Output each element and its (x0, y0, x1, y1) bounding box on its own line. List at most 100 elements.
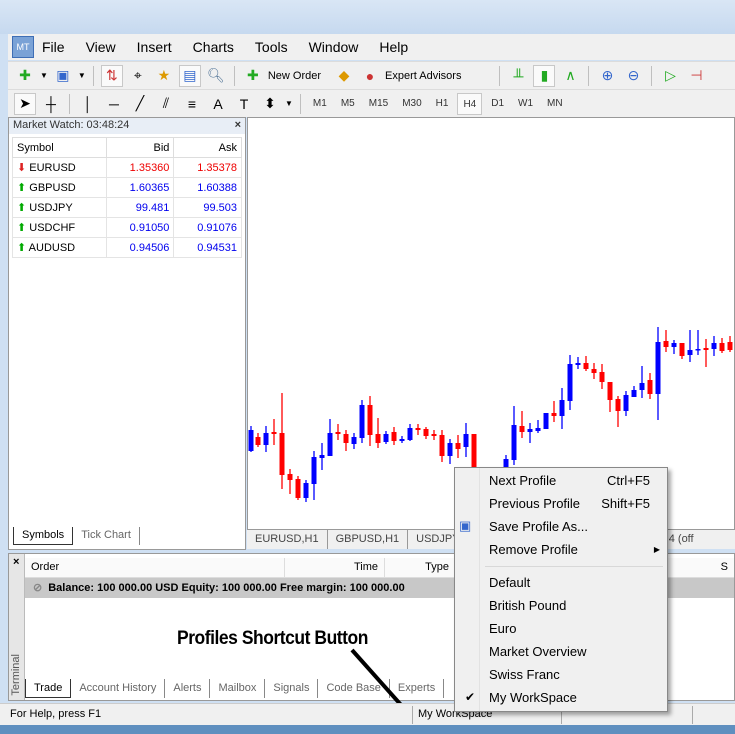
chart-tab[interactable]: GBPUSD,H1 (328, 530, 409, 549)
arrows-icon[interactable]: ⬍ (259, 93, 281, 115)
expert-advisors-icon[interactable]: ● (359, 65, 381, 87)
new-order-button[interactable]: New Order (268, 70, 321, 82)
timeframe-m15[interactable]: M15 (364, 93, 393, 115)
tab-trade[interactable]: Trade (25, 679, 72, 698)
menu-file[interactable]: File (42, 39, 65, 55)
chart-tab[interactable]: EURUSD,H1 (247, 530, 328, 549)
equidistant-channel-icon[interactable]: ⫽ (155, 93, 177, 115)
strategy-tester-icon[interactable]: 🔍︎ (205, 65, 227, 87)
crosshair-icon[interactable]: ┼ (40, 93, 62, 115)
timeframe-h4[interactable]: H4 (457, 92, 483, 115)
tab-mailbox[interactable]: Mailbox (210, 679, 266, 698)
tab-signals[interactable]: Signals (265, 679, 319, 698)
balance-text: Balance: 100 000.00 USD Equity: 100 000.… (48, 582, 405, 594)
data-window-icon[interactable]: ⌖ (127, 65, 149, 87)
cursor-icon[interactable]: ➤ (14, 92, 36, 115)
column-order[interactable]: Order (25, 558, 285, 577)
vertical-line-icon[interactable]: │ (77, 93, 99, 115)
text-icon[interactable]: A (207, 93, 229, 115)
fibonacci-icon[interactable]: ≡ (181, 93, 203, 115)
tab-account-history[interactable]: Account History (71, 679, 166, 698)
arrow-up-icon: ⬆ (17, 222, 27, 234)
candle (399, 436, 405, 443)
candle (431, 430, 437, 440)
zoom-out-icon[interactable]: ⊖ (622, 65, 644, 87)
navigator-icon[interactable]: ★ (153, 65, 175, 87)
bar-chart-icon[interactable]: ╨ (507, 65, 529, 87)
chart-shift-icon[interactable]: ⊣ (685, 65, 707, 87)
arrow-up-icon: ⬆ (17, 182, 27, 194)
zoom-in-icon[interactable]: ⊕ (596, 65, 618, 87)
expert-advisors-button[interactable]: Expert Advisors (385, 70, 461, 82)
symbol-row[interactable]: ⬇ EURUSD 1.35360 1.35378 (12, 157, 242, 178)
close-icon[interactable]: × (13, 556, 19, 568)
horizontal-line-icon[interactable]: ─ (103, 93, 125, 115)
profile-euro[interactable]: Euro (489, 619, 664, 639)
profile-default[interactable]: Default (489, 573, 664, 593)
bid-cell: 1.60365 (105, 177, 175, 198)
symbol-row[interactable]: ⬆ USDJPY 99.481 99.503 (12, 197, 242, 218)
symbol-row[interactable]: ⬆ USDCHF 0.91050 0.91076 (12, 217, 242, 238)
menu-item-remove-profile[interactable]: Remove Profile ▶ (489, 540, 664, 560)
ask-cell: 1.35378 (173, 157, 242, 178)
profile-british-pound[interactable]: British Pound (489, 596, 664, 616)
profile-my-workspace[interactable]: My WorkSpace (489, 688, 664, 708)
symbol-row[interactable]: ⬆ GBPUSD 1.60365 1.60388 (12, 177, 242, 198)
app-logo-icon: MT (12, 36, 34, 58)
menu-window[interactable]: Window (309, 39, 359, 55)
timeframe-mn[interactable]: MN (542, 93, 568, 115)
timeframe-h1[interactable]: H1 (431, 93, 454, 115)
profile-market-overview[interactable]: Market Overview (489, 642, 664, 662)
timeframe-w1[interactable]: W1 (513, 93, 538, 115)
timeframe-m5[interactable]: M5 (336, 93, 360, 115)
market-watch-table: Symbol Bid Ask ⬇ EURUSD 1.35360 1.35378 ⬆ GBP… (12, 137, 242, 258)
column-symbol[interactable]: Symbol (12, 137, 107, 158)
candlestick-icon[interactable]: ▮ (533, 64, 556, 87)
candle (703, 339, 709, 367)
timeframe-m30[interactable]: M30 (397, 93, 426, 115)
candle (327, 419, 333, 456)
profiles-icon[interactable]: ▣ (52, 65, 74, 87)
tab-tick-chart[interactable]: Tick Chart (73, 527, 140, 545)
column-bid[interactable]: Bid (105, 137, 175, 158)
menu-item-previous-profile[interactable]: Previous Profile Shift+F5 (489, 494, 664, 514)
candle (255, 433, 261, 447)
column-sl[interactable]: S (715, 558, 734, 577)
menu-insert[interactable]: Insert (137, 39, 172, 55)
tab-symbols[interactable]: Symbols (13, 527, 74, 545)
menu-view[interactable]: View (86, 39, 116, 55)
new-order-icon[interactable]: ✚ (242, 65, 264, 87)
menu-tools[interactable]: Tools (255, 39, 288, 55)
candle (471, 434, 477, 467)
column-ask[interactable]: Ask (173, 137, 242, 158)
column-type[interactable]: Type (385, 558, 455, 577)
menu-help[interactable]: Help (379, 39, 408, 55)
candle (567, 355, 573, 410)
market-watch-icon[interactable]: ⇅ (100, 64, 123, 87)
candle (591, 363, 597, 379)
line-chart-icon[interactable]: ∧ (559, 65, 581, 87)
menu-item-save-profile-as[interactable]: Save Profile As... (489, 517, 664, 537)
timeframe-d1[interactable]: D1 (486, 93, 509, 115)
timeframe-m1[interactable]: M1 (308, 93, 332, 115)
auto-scroll-icon[interactable]: ▷ (659, 65, 681, 87)
menu-charts[interactable]: Charts (193, 39, 234, 55)
tab-alerts[interactable]: Alerts (165, 679, 211, 698)
profile-swiss-franc[interactable]: Swiss Franc (489, 665, 664, 685)
arrow-up-icon: ⬆ (17, 242, 27, 254)
text-label-icon[interactable]: T (233, 93, 255, 115)
new-chart-icon[interactable]: ✚ (14, 65, 36, 87)
menu-item-next-profile[interactable]: Next Profile Ctrl+F5 (489, 471, 664, 491)
symbol-row[interactable]: ⬆ AUDUSD 0.94506 0.94531 (12, 237, 242, 258)
title-bar (0, 0, 735, 34)
metaeditor-icon[interactable]: ◆ (333, 65, 355, 87)
column-time[interactable]: Time (285, 558, 385, 577)
candle (343, 430, 349, 451)
profiles-context-menu: Next Profile Ctrl+F5 Previous Profile Shif… (454, 467, 668, 712)
close-icon[interactable]: × (235, 118, 241, 133)
checkmark-icon: ✔ (465, 690, 476, 704)
trendline-icon[interactable]: ╱ (129, 93, 151, 115)
submenu-arrow-icon: ▶ (653, 545, 660, 554)
candle (271, 419, 277, 445)
terminal-icon[interactable]: ▤ (178, 64, 201, 87)
